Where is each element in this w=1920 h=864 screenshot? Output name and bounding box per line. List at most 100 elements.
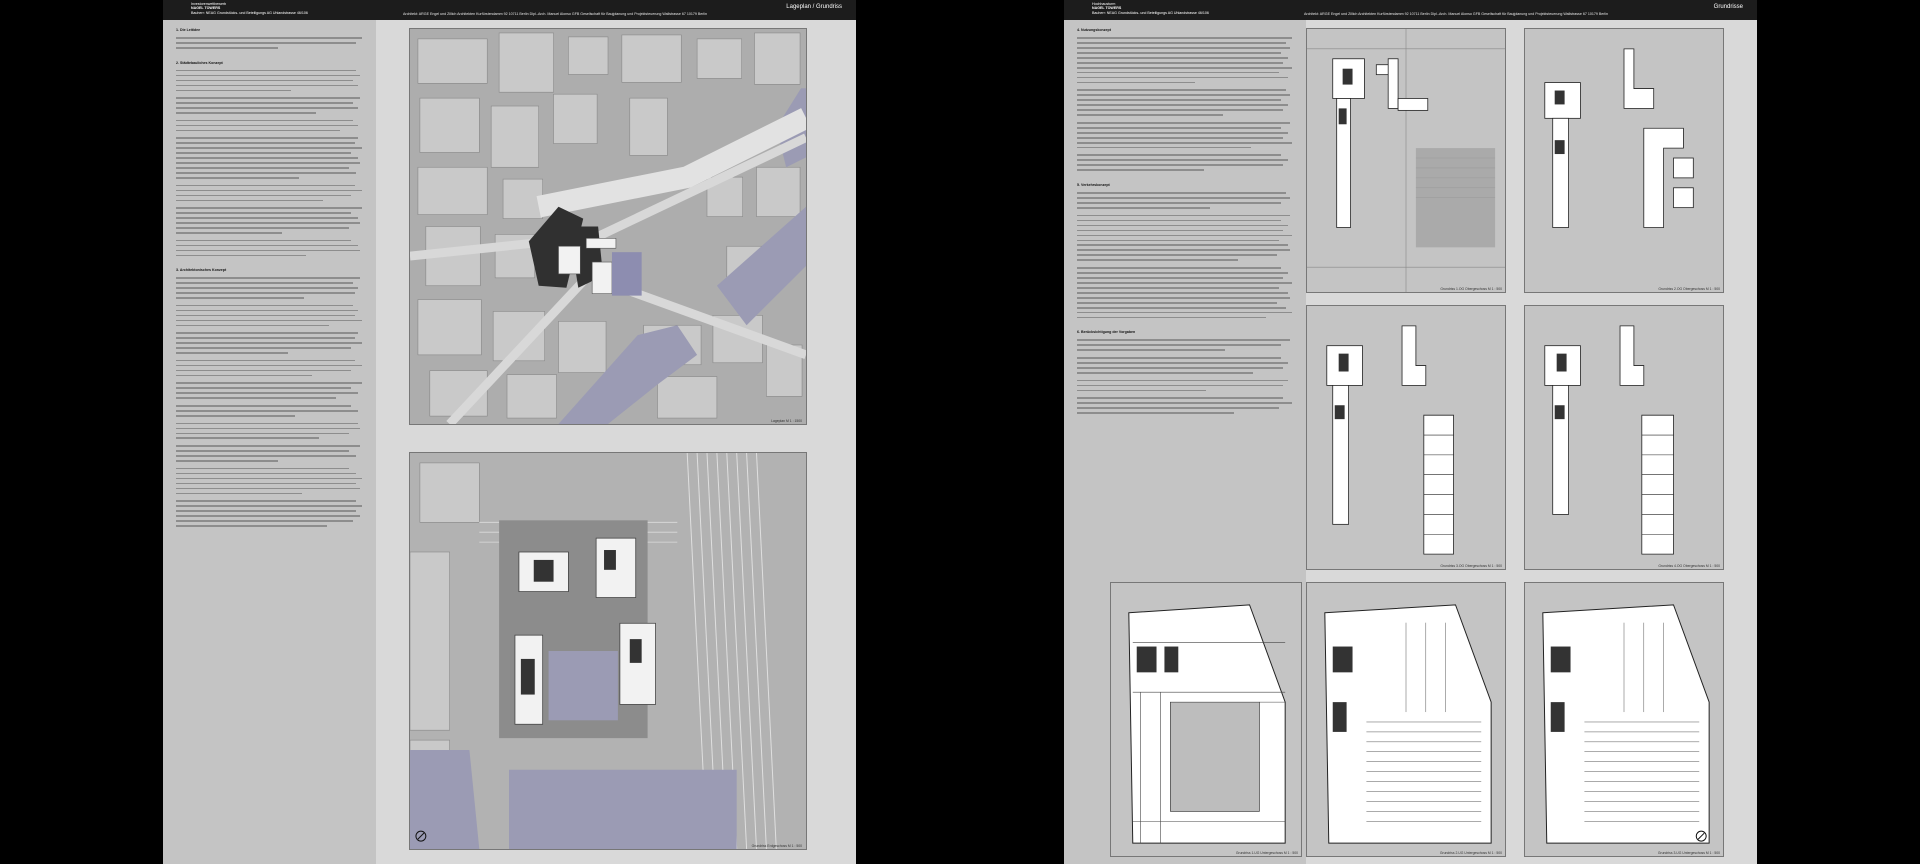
text-line (176, 232, 283, 234)
text-line (1077, 89, 1286, 92)
text-content: 4. Nutzungskonzept 5. Verkehrskonzept 6. B… (1077, 28, 1292, 420)
text-line (1077, 407, 1280, 409)
text-line (176, 304, 353, 307)
floor-plan-7-caption: Grundriss 3.UG Untergeschoss M 1 : 500 (1657, 851, 1720, 855)
paragraph (176, 277, 362, 299)
text-line (1077, 164, 1284, 167)
text-line (1077, 259, 1239, 262)
text-line (176, 515, 361, 517)
text-line (176, 525, 327, 527)
text-line (1077, 249, 1290, 252)
text-line (1077, 192, 1286, 194)
text-line (176, 404, 351, 407)
text-line (176, 500, 357, 502)
brand-block: Investorenwettbewerb NAGEL TOWERS Bauher… (191, 2, 308, 15)
ground-floor-caption: Grundriss Erdgeschoss M 1 : 500 (751, 844, 802, 848)
text-line (1077, 141, 1292, 144)
paragraph (176, 332, 362, 354)
paragraph (176, 137, 362, 179)
paragraph (176, 69, 362, 92)
brand-block: Hochhausturm NAGEL TOWERS Bauherr: NEAG … (1092, 2, 1209, 15)
text-line (176, 217, 359, 219)
text-line (176, 152, 351, 154)
text-line (176, 227, 349, 229)
floor-plan-4-caption: Grundriss 4.OG Obergeschoss M 1 : 500 (1658, 564, 1720, 568)
header-info: Architekt: ARGE Engel und Zillich Archit… (403, 12, 708, 16)
text-line (176, 239, 351, 242)
text-line (176, 287, 359, 289)
text-line (1077, 384, 1284, 387)
text-line (1077, 234, 1292, 237)
floor-plan-3: Grundriss 3.OG Obergeschoss M 1 : 500 (1306, 305, 1506, 570)
text-line (1077, 104, 1288, 106)
paragraph (176, 359, 362, 377)
text-line (176, 177, 299, 179)
text-line (176, 427, 361, 430)
text-line (176, 487, 361, 490)
ground-floor-plan: Grundriss Erdgeschoss M 1 : 500 (409, 452, 807, 850)
text-line (176, 432, 349, 435)
text-line (1077, 202, 1282, 204)
sheet-title: Grundrisse (1713, 4, 1743, 10)
text-content: 1. Die Leitidee 2. Städtebauliches Konzep… (176, 28, 362, 533)
text-line (176, 282, 353, 284)
text-line (1077, 219, 1282, 222)
text-line (176, 244, 359, 247)
text-line (1077, 197, 1290, 199)
text-line (176, 97, 361, 99)
text-line (1077, 109, 1284, 111)
text-line (1077, 306, 1286, 309)
text-line (1077, 367, 1284, 369)
text-line (1077, 412, 1234, 414)
text-line (176, 102, 353, 104)
text-line (1077, 397, 1284, 399)
text-line (1077, 76, 1288, 79)
text-line (176, 455, 357, 457)
text-line (176, 167, 349, 169)
text-line (1077, 402, 1292, 404)
text-line (176, 124, 359, 127)
paragraph (176, 404, 362, 417)
text-line (176, 510, 357, 512)
text-line (1077, 114, 1224, 116)
floor-plan-3-caption: Grundriss 3.OG Obergeschoss M 1 : 500 (1440, 564, 1502, 568)
text-line (176, 46, 279, 49)
text-line (1077, 131, 1288, 134)
text-line (1077, 94, 1290, 97)
text-line (1077, 379, 1288, 382)
paragraph (1077, 379, 1292, 392)
text-line (176, 74, 361, 77)
text-line (176, 69, 357, 72)
text-line (176, 505, 362, 507)
paragraph (176, 97, 362, 114)
text-line (176, 41, 357, 44)
text-line (176, 347, 351, 349)
text-line (176, 137, 359, 139)
text-line (1077, 214, 1290, 217)
text-line (176, 297, 305, 299)
floor-plan-5-caption: Grundriss 1.UG Untergeschoss M 1 : 500 (1235, 851, 1298, 855)
sheet-header: Hochhausturm NAGEL TOWERS Bauherr: NEAG … (1064, 0, 1757, 20)
text-line (176, 397, 336, 399)
text-line (1077, 224, 1288, 227)
floor-plan-1: Grundriss 1.OG Obergeschoss M 1 : 500 (1306, 28, 1506, 293)
text-line (1077, 81, 1196, 84)
paragraph (176, 207, 362, 234)
text-line (1077, 46, 1290, 49)
text-line (1077, 286, 1280, 289)
text-line (1077, 277, 1284, 279)
site-plan: Lageplan M 1 : 1500 (409, 28, 807, 425)
text-line (176, 450, 349, 452)
text-line (176, 112, 316, 114)
paragraph (176, 382, 362, 399)
text-line (1077, 126, 1282, 129)
text-line (176, 107, 359, 109)
paragraph (176, 422, 362, 440)
sheet-site-plan: Investorenwettbewerb NAGEL TOWERS Bauher… (163, 0, 856, 864)
text-line (176, 309, 359, 312)
text-line (1077, 357, 1282, 359)
text-line (1077, 41, 1286, 44)
text-line (1077, 154, 1282, 157)
text-line (176, 199, 323, 202)
text-line (176, 119, 353, 122)
